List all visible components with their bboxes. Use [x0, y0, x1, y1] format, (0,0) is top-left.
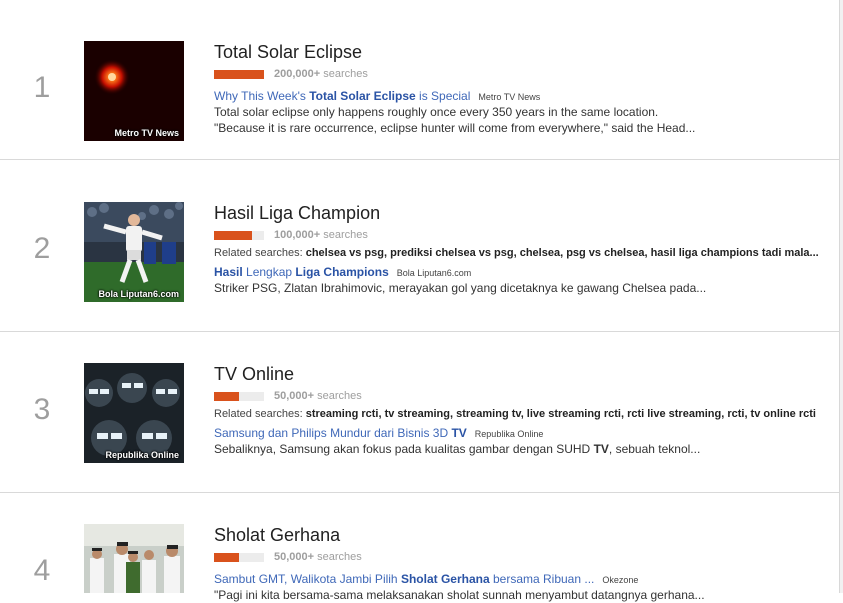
news-headline: Sambut GMT, Walikota Jambi Pilih Sholat … — [214, 571, 826, 587]
trend-item-4: 4 Sholat Gerhana 50,000+ searches Sambut… — [0, 0, 839, 602]
thumb-image-sholat-gerhana[interactable] — [84, 524, 184, 593]
rank-number: 4 — [33, 554, 51, 587]
prayer-gathering-photo — [84, 524, 184, 593]
search-count: 50,000+ — [274, 551, 315, 563]
volume-bar — [214, 552, 264, 562]
news-snippet: "Pagi ini kita bersama-sama melaksanakan… — [214, 588, 705, 602]
news-source: Okezone — [602, 575, 639, 585]
news-link[interactable]: Sambut GMT, Walikota Jambi Pilih Sholat … — [214, 572, 594, 586]
volume-bar-fill — [214, 552, 239, 562]
search-count-suffix: searches — [317, 551, 362, 563]
search-volume-meter: 50,000+ searches — [214, 550, 826, 564]
trending-list-panel: 1 Metro TV News Total Solar Eclipse 200,… — [0, 0, 840, 602]
trend-title[interactable]: Sholat Gerhana — [214, 524, 826, 546]
